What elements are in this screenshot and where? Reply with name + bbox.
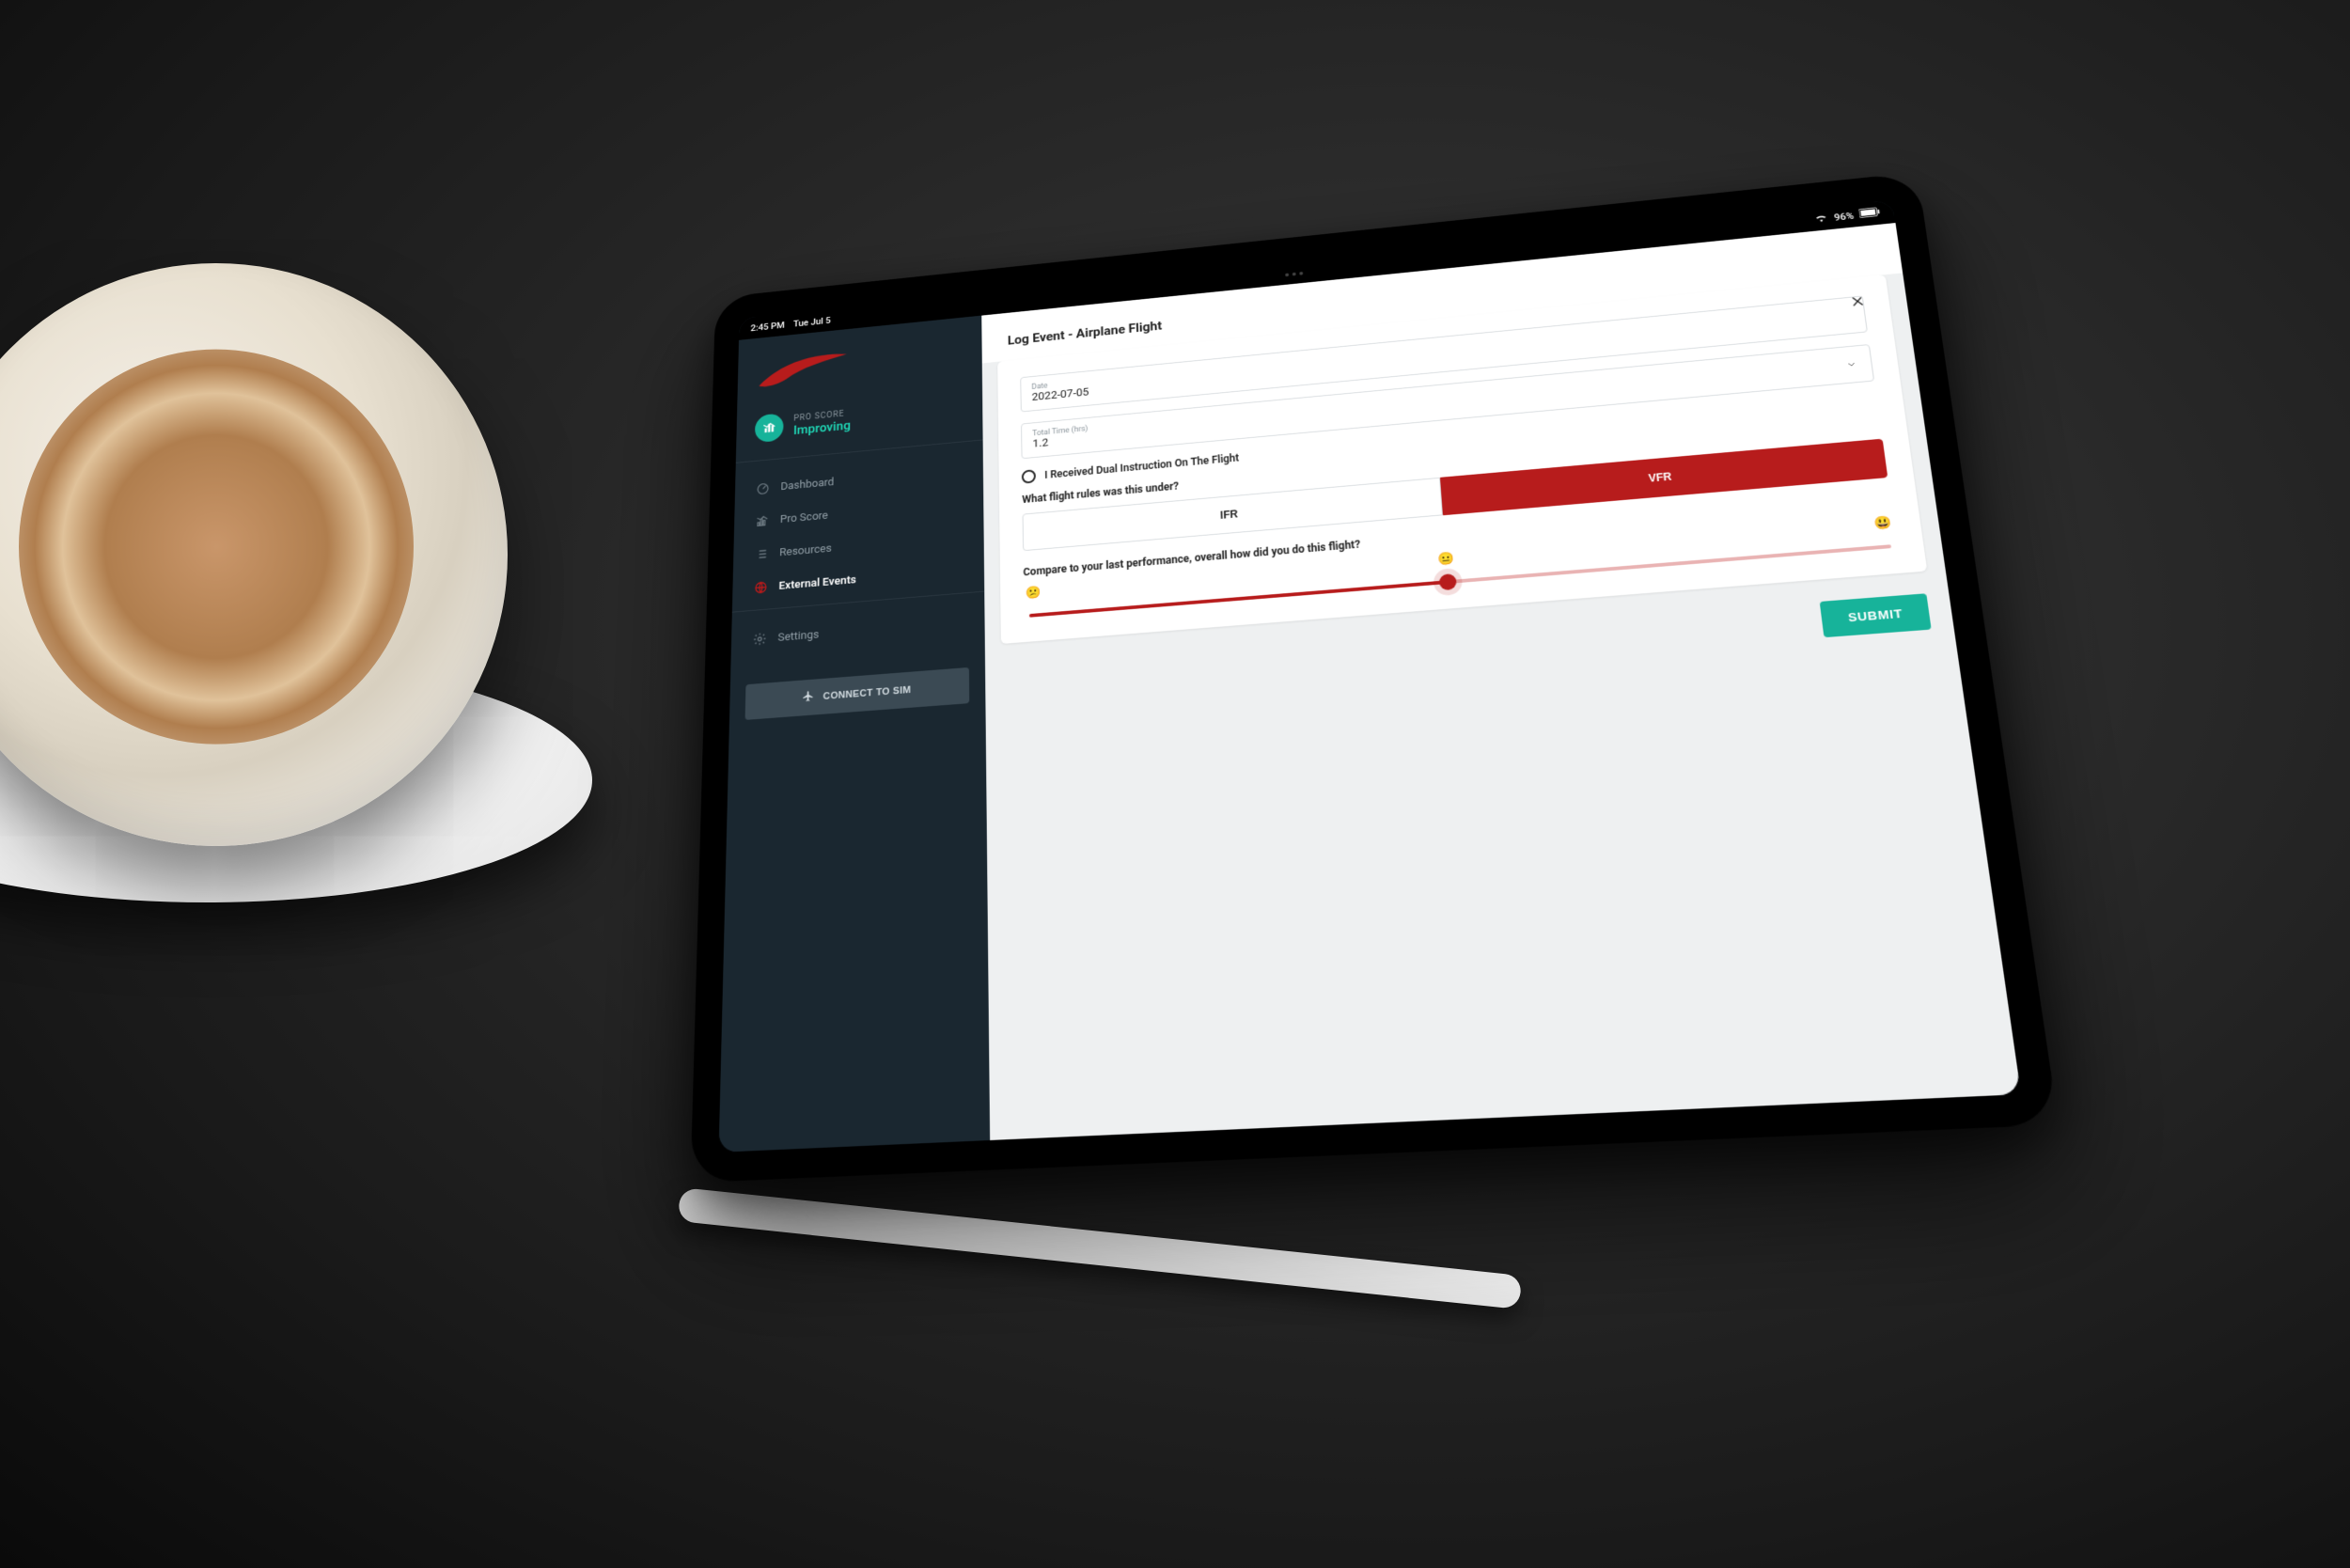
multitask-dots[interactable] <box>1285 272 1303 276</box>
status-date: Tue Jul 5 <box>793 315 831 329</box>
sidebar-item-label: Resources <box>779 541 832 558</box>
sidebar-item-settings[interactable]: Settings <box>740 604 976 658</box>
app: PRO SCORE Improving Dashboard <box>719 223 2022 1152</box>
sidebar-nav: Dashboard Pro Score <box>732 447 984 611</box>
main-panel: Log Event - Airplane Flight Date 2022-07… <box>981 223 2021 1140</box>
tablet-bezel: 2:45 PM Tue Jul 5 96% <box>690 172 2059 1183</box>
connect-to-sim-button[interactable]: CONNECT TO SIM <box>745 667 970 720</box>
gear-icon <box>752 632 768 647</box>
connect-label: CONNECT TO SIM <box>823 684 912 701</box>
battery-pct: 96% <box>1833 210 1854 223</box>
sidebar-item-label: Pro Score <box>780 509 828 525</box>
list-icon <box>754 547 770 562</box>
sidebar: PRO SCORE Improving Dashboard <box>719 316 991 1152</box>
sidebar-item-label: Settings <box>777 628 819 644</box>
submit-button[interactable]: SUBMIT <box>1820 593 1932 637</box>
emoji-sad-icon: 😕 <box>1026 586 1042 601</box>
emoji-happy-icon: 😃 <box>1873 515 1893 531</box>
sidebar-item-label: External Events <box>778 573 855 592</box>
gauge-icon <box>755 481 770 495</box>
slider-thumb[interactable] <box>1439 573 1457 590</box>
radio-unchecked-icon[interactable] <box>1022 469 1036 483</box>
scene: 2:45 PM Tue Jul 5 96% <box>0 0 2350 1568</box>
chart-icon <box>755 514 771 528</box>
emoji-neutral-icon: 😐 <box>1437 552 1455 567</box>
battery-icon <box>1858 207 1881 221</box>
tablet-screen: 2:45 PM Tue Jul 5 96% <box>719 199 2022 1152</box>
status-time: 2:45 PM <box>750 320 784 333</box>
tablet: 2:45 PM Tue Jul 5 96% <box>690 172 2059 1183</box>
apple-pencil <box>678 1187 1523 1309</box>
chevron-down-icon <box>1844 355 1858 373</box>
airplane-icon <box>802 690 814 706</box>
wifi-icon <box>1814 212 1829 225</box>
globe-icon <box>753 580 769 595</box>
sidebar-item-label: Dashboard <box>780 476 834 493</box>
proscore-badge-icon <box>755 413 784 443</box>
